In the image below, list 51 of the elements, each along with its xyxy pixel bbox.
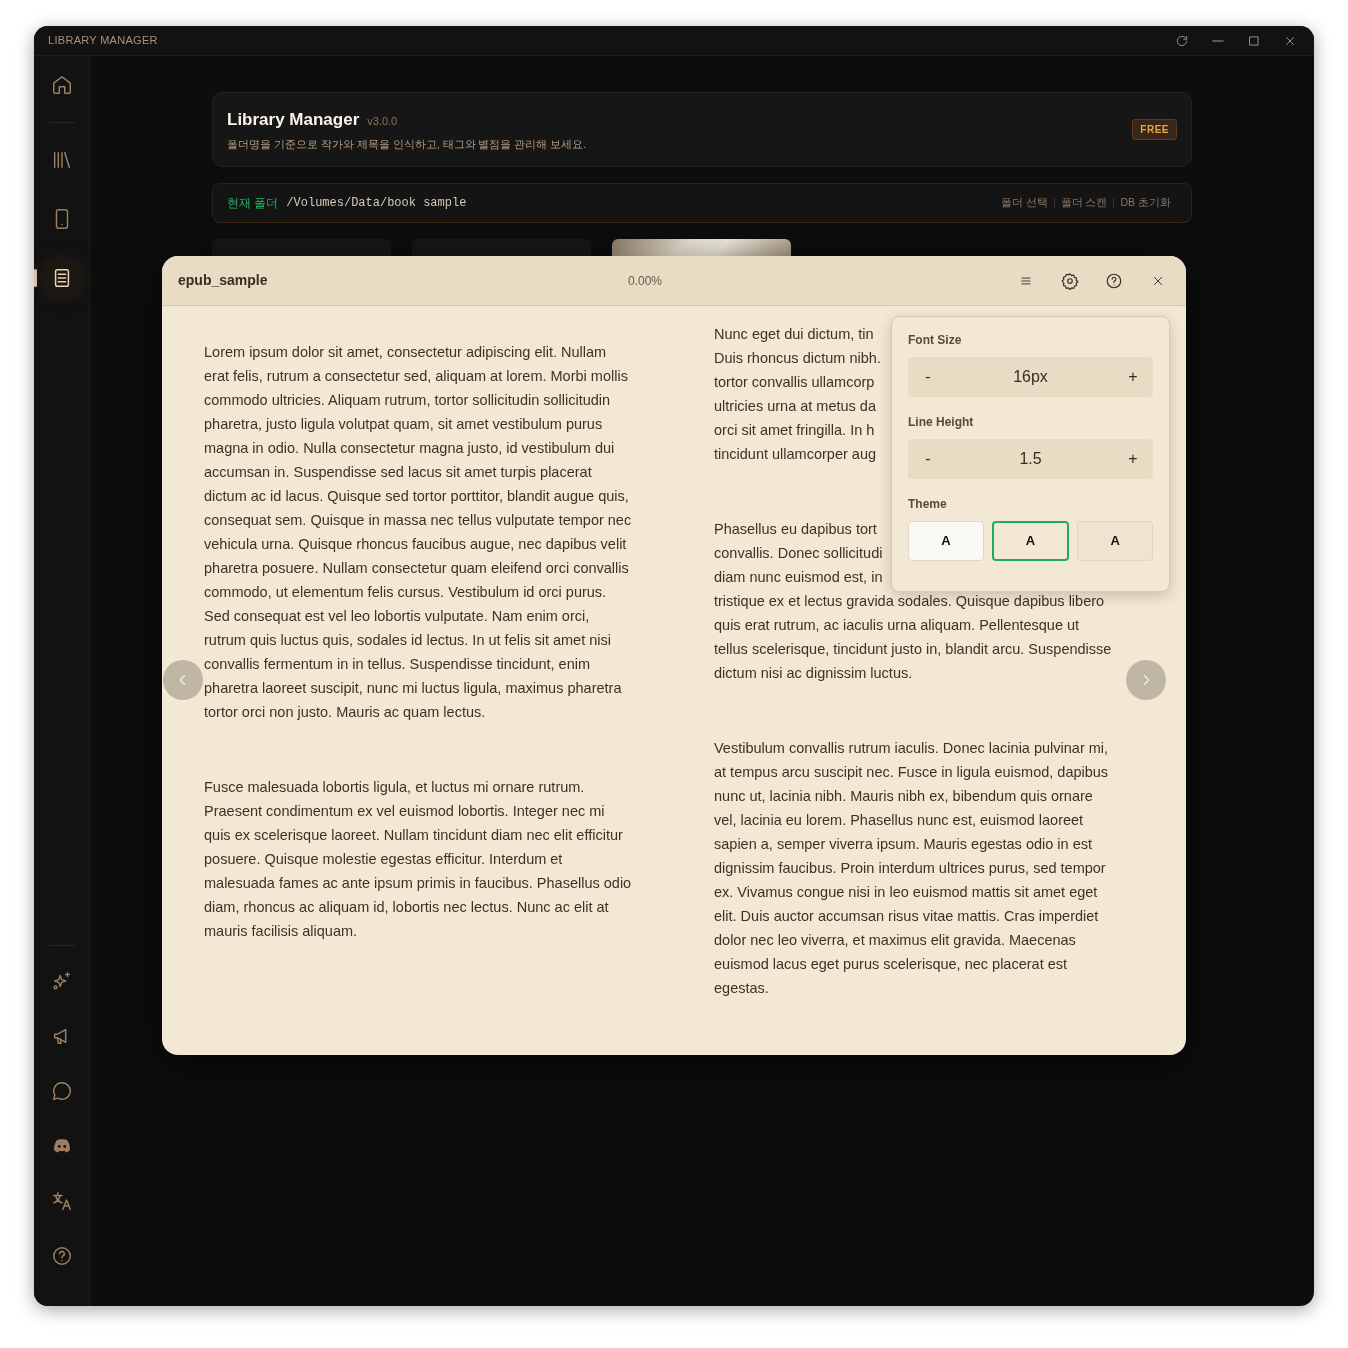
plan-label: FREE — [1132, 119, 1177, 141]
increase-button[interactable]: + — [1121, 364, 1145, 390]
text-line: Phasellus eu dapibus tort — [714, 520, 877, 539]
app-title: Library Manager — [227, 109, 360, 131]
paragraph: tristique ex et lectus gravida sodales. Quisque dapibus libero quis erat rutrum, ac iaculis urna aliquam. Pellentesque ut tellus scelerisque, tincidunt justo in, blandit arcu. Suspendisse dictum nisi ac dignissim luctus. — [714, 592, 1113, 683]
setting-value: 16px — [1013, 367, 1048, 387]
version-label: v3.0.0 — [367, 114, 398, 129]
setting-value: 1.5 — [1019, 449, 1042, 469]
setting-label: Theme — [908, 496, 948, 513]
refresh-icon — [1175, 33, 1189, 48]
progress-text: 0.00% — [628, 272, 664, 290]
theme-option[interactable]: A — [908, 521, 984, 561]
selection-indicator — [34, 269, 37, 287]
text-line: Duis rhoncus dictum nibh. — [714, 349, 881, 368]
subtitle: 폴더명을 기준으로 작가와 제목을 인식하고, 태그와 별점을 관리해 보세요. — [227, 136, 587, 152]
folder-label: 현재 폴더 — [227, 195, 279, 213]
settings-icon — [1061, 271, 1079, 290]
help-icon — [1105, 271, 1123, 290]
folder-action-link[interactable]: DB 초기화 — [1114, 195, 1177, 212]
text-line: orci sit amet fringilla. In h — [714, 421, 875, 440]
folder-action-link[interactable]: 폴더 선택 — [994, 195, 1054, 212]
text-line: ultricies urna at metus da — [714, 397, 876, 416]
sparkle-icon — [50, 970, 73, 992]
folder-action-link[interactable]: 폴더 스캔 — [1054, 195, 1114, 212]
text-line: Nunc eget dui dictum, tin — [714, 325, 874, 344]
paragraph: Fusce malesuada lobortis ligula, et luctus mi ornare rutrum. Praesent condimentum ex vel euismod lobortis. Integer nec mi quis ex scelerisque laoreet. Nullam tincidunt diam nec elit efficitur posuere. Quisque molestie egestas efficitur. Interdum et malesuada fames ac ante ipsum primis in faucibus. Phasellus odio diam, rhoncus ac aliquam id, lobortis nec lectus. Nunc ac elit at mauris facilisis aliquam. — [204, 778, 633, 941]
chat-bubble-icon — [50, 1080, 73, 1102]
theme-option[interactable]: A — [1077, 521, 1153, 561]
text-line: tincidunt ullamcorper aug — [714, 445, 876, 464]
home-icon — [50, 74, 73, 96]
photo-placeholder[interactable] — [612, 239, 791, 257]
text-line: tortor convallis ullamcorp — [714, 373, 875, 392]
paragraph: Vestibulum convallis rutrum iaculis. Donec lacinia pulvinar mi, at tempus arcu suscipit nec. Fusce in ligula euismod, dapibus nunc ut, lacinia nibh. Mauris nibh ex, bibendum quis ornare vel, lacinia eu lorem. Phasellus nunc est, euismod laoreet sapien a, semper viverra ipsum. Mauris egestas odio in est dignissim faucibus. Proin interdum ultrices purus, sed tempor ex. Vivamus congue nisi in leo euismod mattis sit amet eget elit. Duis auctor accumsan risus vitae mattis. Cras imperdiet dolor nec leo viverra, et maximus elit gravida. Maecenas euismod lacus eget purus scelerisque, nec placerat est egestas. — [714, 739, 1110, 998]
text-line: convallis. Donec sollicitudi — [714, 544, 883, 563]
setting-label: Line Height — [908, 414, 975, 431]
translate-icon — [50, 1190, 73, 1212]
minimize-icon — [1212, 39, 1224, 42]
setting-label: Font Size — [908, 332, 963, 349]
paragraph: Lorem ipsum dolor sit amet, consectetur adipiscing elit. Nullam erat felis, rutrum a consectetur sed, aliquam at lorem. Morbi mollis commodo ultricies. Aliquam rutrum, tortor sollicitudin sollicitudin pharetra, justo ligula volutpat quam, sit amet vestibulum purus magna in odio. Nulla consectetur magna justo, id vestibulum dui accumsan in. Suspendisse sed lacus sit amet turpis placerat dictum ac id lacus. Quisque sed tortor porttitor, blandit augue quis, consequat sem. Quisque in massa nec tellus vulputate tempor nec vehicula urna. Quisque rhoncus faucibus augue, nec dapibus velit pharetra posuere. Nullam consectetur quam eleifend orci convallis commodo, ut elementum felis cursus. Vestibulum id orci purus. Sed consequat est vel leo lobortis vulputate. Nam enim orci, rutrum quis luctus quis, sodales id lectus. In ut felis sit amet nisi convallis fermentum in in tellus. Suspendisse tincidunt, enim pharetra laoreet suscipit, nunc mi luctus ligula, maximus pharetra tortor orci non justo. Mauris ac quam lectus. — [204, 343, 633, 722]
window-title: LIBRARY MANAGER — [48, 33, 158, 49]
folder-path: /Volumes/Data/book sample — [286, 195, 467, 213]
book-card[interactable] — [412, 239, 591, 257]
maximize-icon — [1247, 33, 1261, 48]
book-card[interactable] — [212, 239, 391, 257]
decrease-button[interactable]: - — [916, 364, 940, 390]
text-line: diam nunc euismod est, in — [714, 568, 883, 587]
theme-option[interactable]: A — [991, 521, 1070, 561]
help-icon — [50, 1245, 73, 1267]
decrease-button[interactable]: - — [916, 446, 940, 472]
book-title: epub_sample — [178, 271, 268, 290]
increase-button[interactable]: + — [1121, 446, 1145, 472]
